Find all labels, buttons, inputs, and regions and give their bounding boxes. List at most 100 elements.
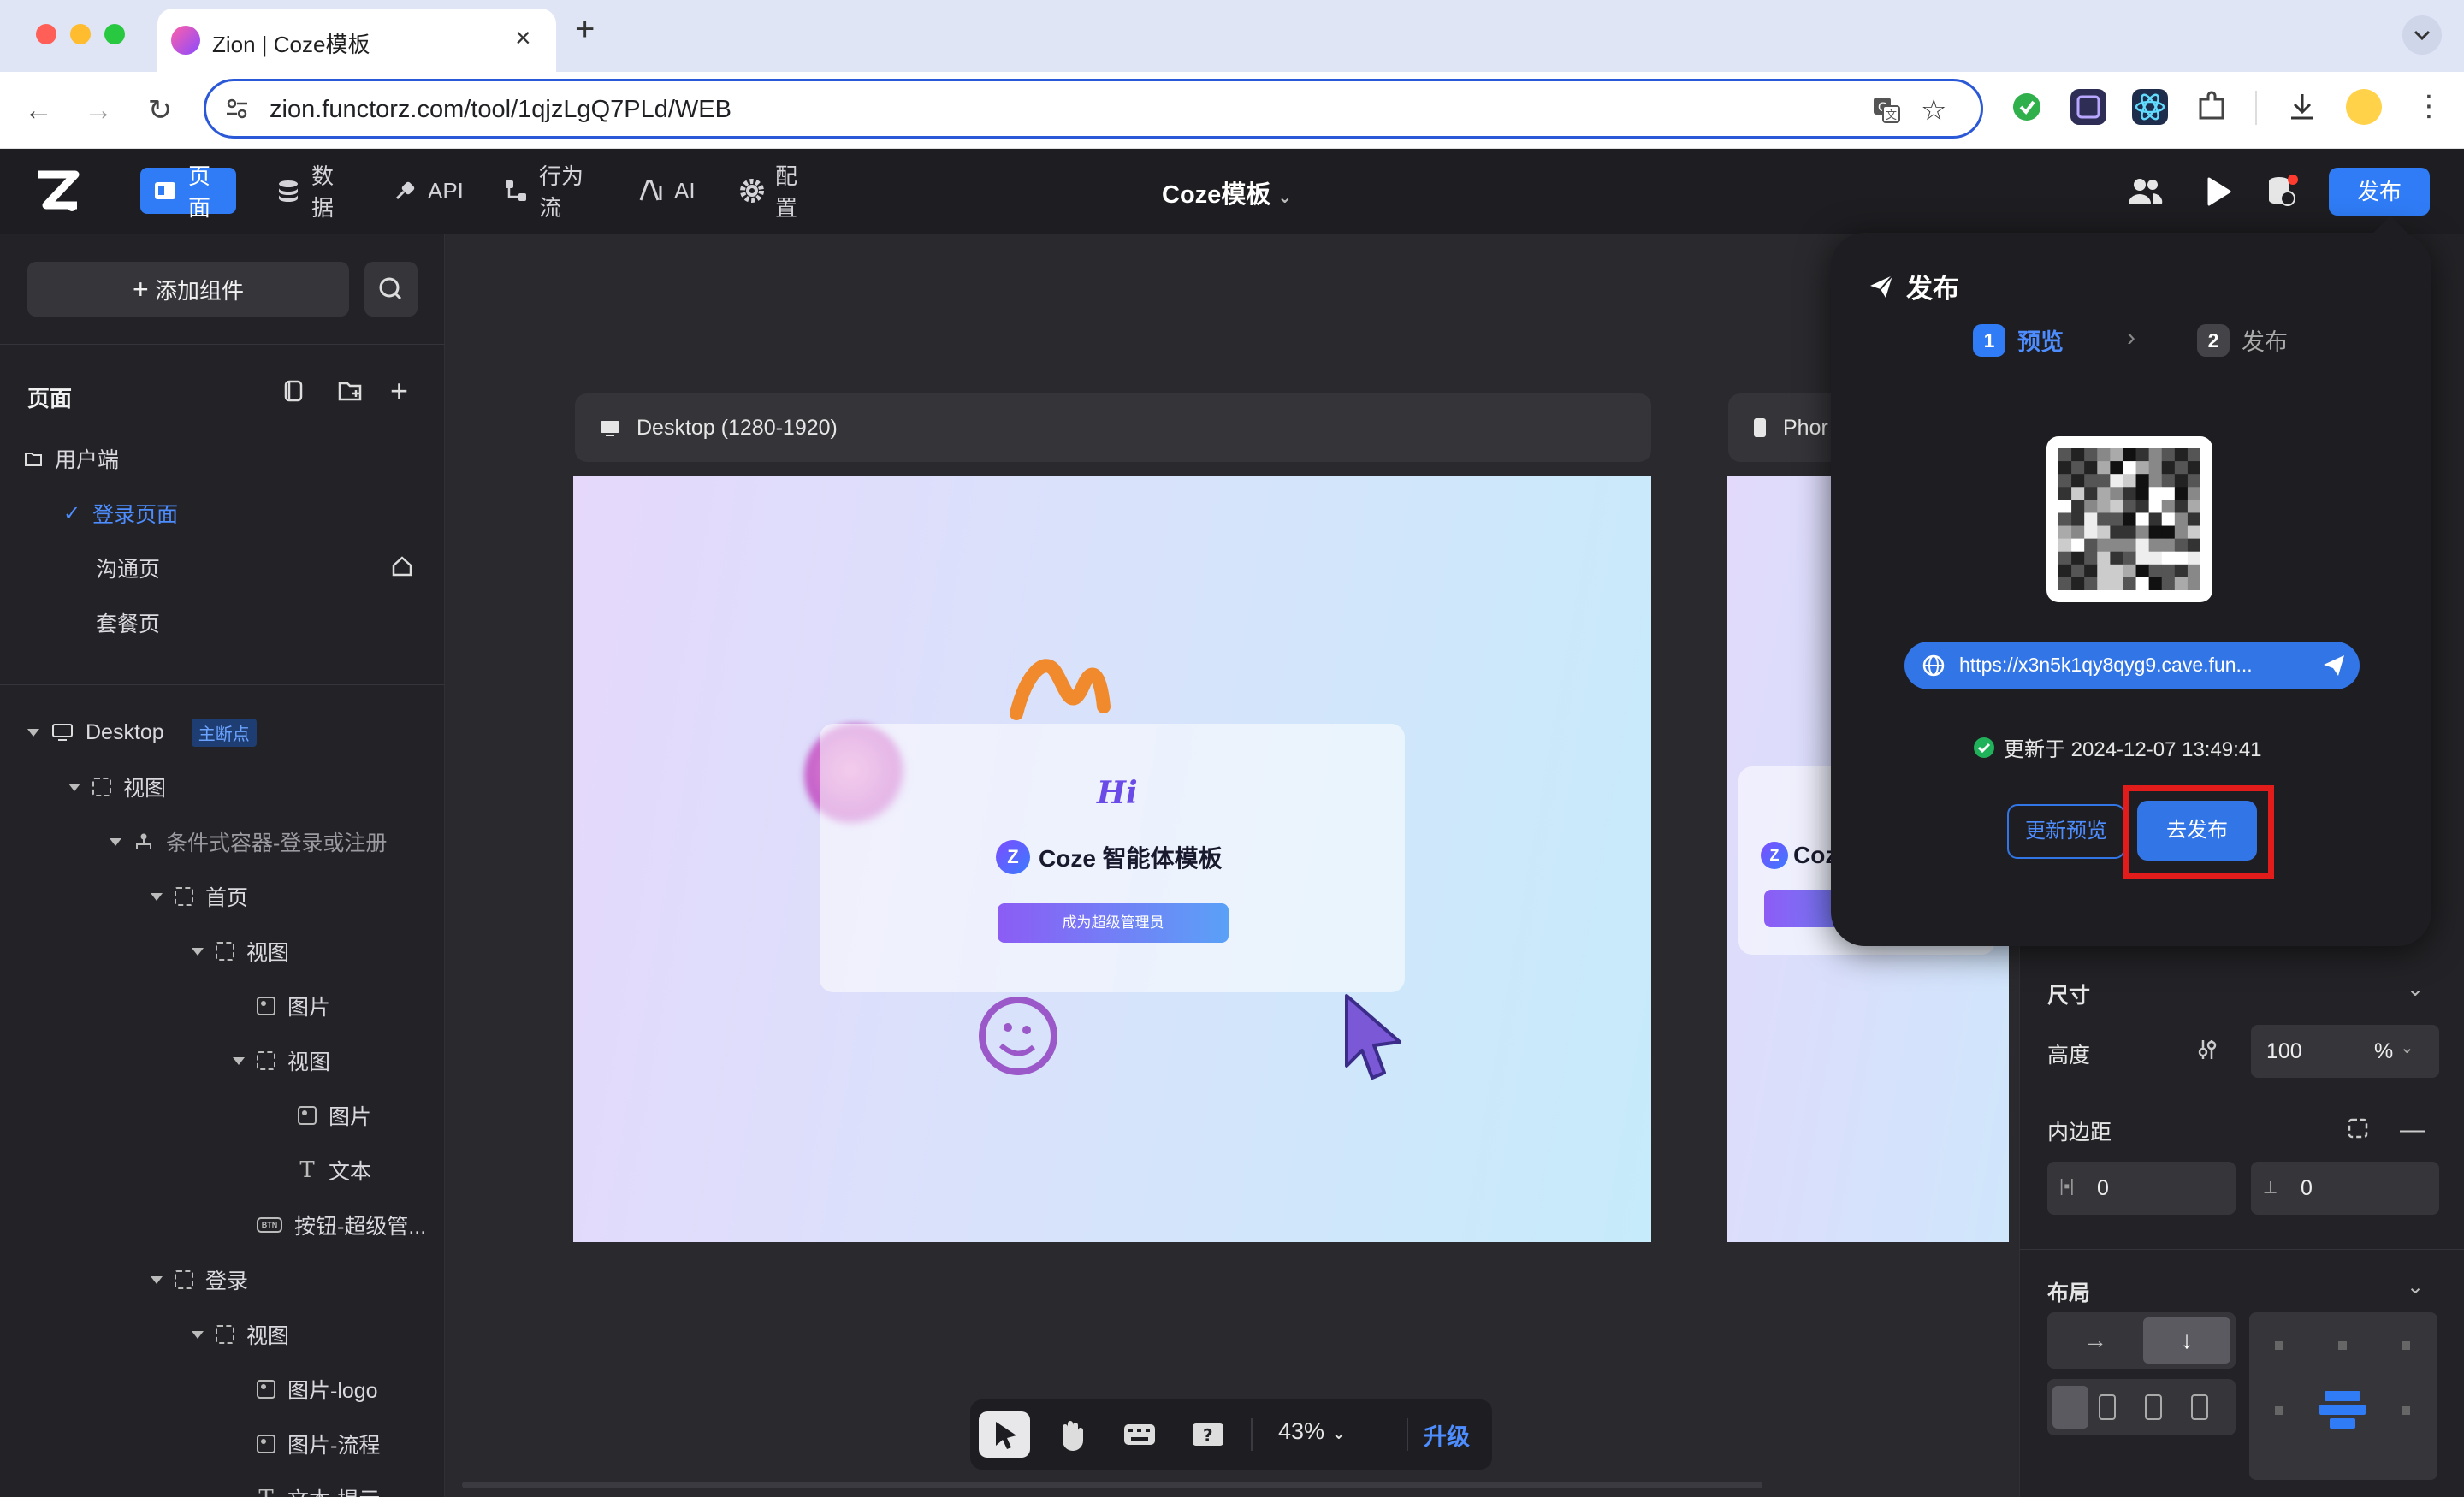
tree-node[interactable]: 条件式容器-登录或注册 bbox=[110, 825, 387, 859]
caret-down-icon bbox=[68, 783, 80, 791]
adjust-icon[interactable] bbox=[2194, 1037, 2220, 1062]
tree-node[interactable]: 图片-流程 bbox=[233, 1427, 380, 1461]
wrap-option-2[interactable] bbox=[2099, 1394, 2116, 1420]
browser-tab[interactable]: Zion | Coze模板 × bbox=[157, 9, 556, 72]
page-layout-icon[interactable] bbox=[281, 378, 306, 404]
address-bar[interactable]: zion.functorz.com/tool/1qjzLgQ7PLd/WEB G… bbox=[204, 79, 1983, 139]
qr-module bbox=[2123, 551, 2137, 565]
height-input[interactable]: 100 % ⌄ bbox=[2251, 1025, 2439, 1078]
browser-menu-icon[interactable]: ⋮ bbox=[2414, 89, 2443, 123]
tree-desktop[interactable]: Desktop 主断点 bbox=[27, 715, 257, 749]
tree-node[interactable]: 登录 bbox=[151, 1263, 248, 1297]
qr-module bbox=[2084, 474, 2098, 488]
extension-purple-icon[interactable] bbox=[2070, 89, 2106, 125]
padding-individual-icon[interactable] bbox=[2345, 1115, 2371, 1141]
back-arrow-icon[interactable]: ← bbox=[17, 89, 60, 132]
reload-icon[interactable]: ↻ bbox=[139, 89, 181, 132]
qr-module bbox=[2135, 474, 2150, 488]
client-group[interactable]: 用户端 bbox=[24, 441, 119, 476]
translate-icon[interactable]: G文 bbox=[1871, 95, 1902, 126]
play-preview-icon[interactable] bbox=[2202, 175, 2233, 209]
step-preview[interactable]: 1 预览 bbox=[1973, 323, 2064, 357]
wrap-option-1[interactable] bbox=[2052, 1386, 2088, 1429]
keyboard-shortcuts-button[interactable] bbox=[1114, 1411, 1165, 1458]
publish-button[interactable]: 发布 bbox=[2329, 168, 2430, 216]
extensions-puzzle-icon[interactable] bbox=[2194, 89, 2230, 125]
tree-node[interactable]: 视图 bbox=[233, 1044, 330, 1078]
wrap-option-3[interactable] bbox=[2145, 1394, 2162, 1420]
chevron-down-icon[interactable]: ⌄ bbox=[2407, 977, 2424, 1002]
page-item-chat[interactable]: 沟通页 bbox=[96, 551, 160, 585]
maximize-window-button[interactable] bbox=[104, 24, 125, 44]
add-folder-icon[interactable] bbox=[337, 378, 364, 404]
database-status-icon[interactable] bbox=[2264, 173, 2303, 210]
tree-node[interactable]: BTN 按钮-超级管... bbox=[233, 1208, 426, 1242]
zion-logo-icon[interactable] bbox=[34, 169, 82, 214]
tree-node[interactable]: 视图 bbox=[192, 934, 289, 968]
upgrade-link[interactable]: 升级 bbox=[1424, 1418, 1470, 1452]
header-nav-ai[interactable]: AI bbox=[626, 168, 696, 214]
forward-arrow-icon[interactable]: → bbox=[77, 89, 120, 132]
padding-horizontal-input[interactable]: |▪| 0 bbox=[2047, 1162, 2236, 1215]
qr-module bbox=[2123, 448, 2137, 462]
preview-url-pill[interactable]: https://x3n5k1qy8qyg9.cave.fun... bbox=[1904, 642, 2360, 689]
zoom-selector[interactable]: 43% ⌄ bbox=[1278, 1418, 1347, 1445]
tree-node[interactable]: 图片 bbox=[274, 1098, 371, 1133]
minimize-window-button[interactable] bbox=[70, 24, 91, 44]
page-item-login[interactable]: ✓ 登录页面 bbox=[63, 496, 178, 530]
select-tool-button[interactable] bbox=[979, 1411, 1030, 1458]
close-window-button[interactable] bbox=[36, 24, 56, 44]
canvas-horizontal-scrollbar[interactable] bbox=[462, 1482, 1762, 1488]
react-devtools-icon[interactable] bbox=[2132, 89, 2168, 125]
tree-node-label: 图片-流程 bbox=[287, 1434, 381, 1458]
tree-node[interactable]: 图片 bbox=[233, 989, 330, 1023]
chevron-down-icon[interactable]: ⌄ bbox=[2407, 1275, 2424, 1299]
project-switcher[interactable]: Coze模板 ⌄ bbox=[1162, 175, 1292, 210]
extension-green-icon[interactable] bbox=[2009, 89, 2045, 125]
remove-padding-icon[interactable]: — bbox=[2400, 1115, 2426, 1145]
profile-avatar[interactable] bbox=[2346, 89, 2382, 125]
step-publish[interactable]: 2 发布 bbox=[2197, 323, 2288, 357]
wrap-option-4[interactable] bbox=[2191, 1394, 2208, 1420]
refresh-preview-button[interactable]: 更新预览 bbox=[2007, 804, 2125, 859]
site-settings-icon[interactable] bbox=[223, 95, 251, 122]
desktop-frame-header[interactable]: Desktop (1280-1920) bbox=[575, 393, 1651, 462]
help-button[interactable]: ? bbox=[1182, 1411, 1234, 1458]
qr-module bbox=[2097, 461, 2111, 475]
bookmark-star-icon[interactable]: ☆ bbox=[1921, 93, 1946, 127]
qr-module bbox=[2135, 448, 2150, 462]
header-nav-database[interactable]: 数据 bbox=[264, 163, 356, 221]
home-icon[interactable] bbox=[390, 554, 414, 578]
open-link-plane-icon[interactable] bbox=[2322, 654, 2346, 677]
header-nav-gear[interactable]: 配置 bbox=[727, 163, 816, 221]
download-icon[interactable] bbox=[2284, 89, 2320, 125]
become-admin-button[interactable]: 成为超级管理员 bbox=[998, 903, 1229, 943]
qr-module bbox=[2148, 474, 2163, 488]
close-tab-icon[interactable]: × bbox=[515, 22, 531, 54]
tree-node[interactable]: 视图 bbox=[68, 770, 166, 804]
tree-node[interactable]: T 文本-提示 bbox=[233, 1482, 380, 1497]
add-page-icon[interactable]: + bbox=[390, 373, 408, 409]
page-item-plans[interactable]: 套餐页 bbox=[96, 606, 160, 640]
new-tab-icon[interactable]: + bbox=[575, 10, 595, 49]
collaborators-icon[interactable] bbox=[2127, 175, 2163, 209]
padding-vertical-input[interactable]: ⊥ 0 bbox=[2251, 1162, 2439, 1215]
alignment-grid[interactable] bbox=[2249, 1312, 2437, 1480]
add-component-button[interactable]: + 添加组件 bbox=[27, 262, 349, 317]
qr-module bbox=[2161, 551, 2176, 565]
hand-tool-button[interactable] bbox=[1045, 1411, 1097, 1458]
tab-search-button[interactable] bbox=[2402, 15, 2442, 55]
go-publish-button[interactable]: 去发布 bbox=[2137, 801, 2257, 861]
tree-node[interactable]: 视图 bbox=[192, 1317, 289, 1352]
desktop-preview-frame[interactable]: Hi Z Coze 智能体模板 成为超级管理员 bbox=[573, 476, 1651, 1242]
tree-node[interactable]: 图片-logo bbox=[233, 1372, 378, 1406]
search-button[interactable] bbox=[364, 262, 418, 317]
qr-module bbox=[2148, 487, 2163, 500]
direction-vertical-button[interactable]: ↓ bbox=[2143, 1317, 2230, 1364]
tree-node[interactable]: T 文本 bbox=[274, 1153, 371, 1187]
header-nav-page[interactable]: 页面 bbox=[140, 163, 236, 221]
direction-horizontal-button[interactable]: → bbox=[2052, 1317, 2138, 1364]
header-nav-api[interactable]: API bbox=[380, 168, 464, 214]
tree-node[interactable]: 首页 bbox=[151, 879, 248, 914]
header-nav-flow[interactable]: 行为流 bbox=[491, 163, 601, 221]
